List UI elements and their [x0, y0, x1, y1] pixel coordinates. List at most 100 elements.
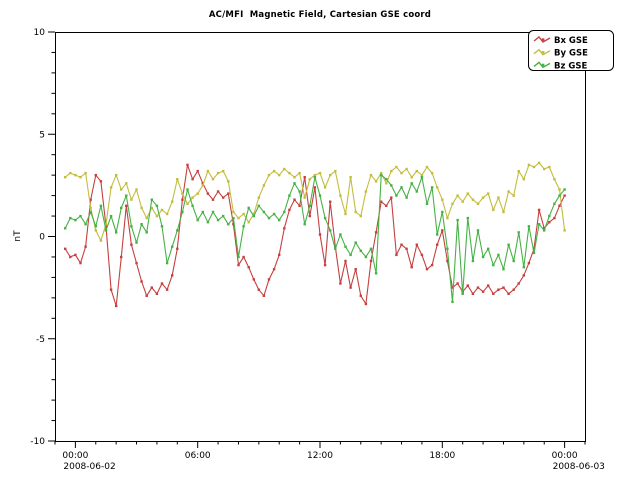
data-point-marker — [513, 194, 515, 196]
legend: Bx GSEBy GSEBz GSE — [529, 31, 614, 72]
data-point-marker — [385, 178, 387, 180]
data-point-marker — [441, 199, 443, 201]
data-point-marker — [105, 229, 107, 231]
data-point-marker — [395, 254, 397, 256]
data-point-marker — [115, 305, 117, 307]
data-point-marker — [502, 211, 504, 213]
data-point-marker — [436, 186, 438, 188]
data-point-marker — [222, 196, 224, 198]
data-point-marker — [166, 213, 168, 215]
data-point-marker — [497, 196, 499, 198]
data-point-marker — [441, 229, 443, 231]
legend-swatch-marker — [542, 38, 545, 41]
data-point-marker — [258, 196, 260, 198]
data-point-marker — [395, 166, 397, 168]
data-point-marker — [533, 166, 535, 168]
data-point-marker — [558, 194, 560, 196]
data-point-marker — [563, 188, 565, 190]
series-line — [65, 175, 564, 302]
data-point-marker — [538, 162, 540, 164]
data-point-marker — [421, 176, 423, 178]
data-point-marker — [472, 260, 474, 262]
data-point-marker — [64, 176, 66, 178]
data-point-marker — [543, 168, 545, 170]
data-point-marker — [426, 268, 428, 270]
data-point-marker — [242, 256, 244, 258]
data-point-marker — [543, 229, 545, 231]
data-point-marker — [492, 293, 494, 295]
chart-canvas: 00:002008-06-0206:0012:0018:0000:002008-… — [0, 0, 640, 480]
legend-swatch-marker — [542, 51, 545, 54]
data-point-marker — [273, 268, 275, 270]
data-point-marker — [258, 205, 260, 207]
data-point-marker — [513, 260, 515, 262]
data-point-marker — [166, 262, 168, 264]
data-point-marker — [217, 172, 219, 174]
data-point-marker — [140, 223, 142, 225]
data-point-marker — [263, 184, 265, 186]
x-tick-label: 12:00 — [307, 451, 333, 461]
data-point-marker — [140, 280, 142, 282]
data-point-marker — [436, 244, 438, 246]
data-point-marker — [385, 182, 387, 184]
data-point-marker — [507, 190, 509, 192]
data-point-marker — [467, 284, 469, 286]
data-point-marker — [344, 213, 346, 215]
data-point-marker — [309, 215, 311, 217]
data-point-marker — [273, 170, 275, 172]
data-point-marker — [416, 190, 418, 192]
data-point-marker — [120, 188, 122, 190]
x-tick-label: 00:00 — [552, 451, 578, 461]
data-point-marker — [237, 256, 239, 258]
data-point-marker — [390, 170, 392, 172]
data-point-marker — [405, 248, 407, 250]
data-point-marker — [329, 229, 331, 231]
data-point-marker — [339, 194, 341, 196]
data-point-marker — [462, 201, 464, 203]
data-point-marker — [64, 248, 66, 250]
data-point-marker — [125, 205, 127, 207]
data-point-marker — [416, 170, 418, 172]
data-point-marker — [360, 295, 362, 297]
data-point-marker — [421, 174, 423, 176]
data-point-marker — [319, 172, 321, 174]
legend-swatch-marker — [542, 64, 545, 67]
data-point-marker — [355, 268, 357, 270]
data-point-marker — [95, 225, 97, 227]
data-point-marker — [232, 217, 234, 219]
data-point-marker — [191, 205, 193, 207]
data-point-marker — [304, 223, 306, 225]
data-point-marker — [518, 231, 520, 233]
data-point-marker — [553, 217, 555, 219]
data-point-marker — [405, 168, 407, 170]
data-point-marker — [156, 205, 158, 207]
data-point-marker — [334, 170, 336, 172]
legend-label: Bx GSE — [554, 36, 588, 46]
y-tick-label: 5 — [39, 130, 45, 140]
data-point-marker — [171, 274, 173, 276]
data-point-marker — [135, 262, 137, 264]
data-point-marker — [253, 215, 255, 217]
data-point-marker — [456, 194, 458, 196]
data-point-marker — [309, 178, 311, 180]
data-point-marker — [197, 192, 199, 194]
data-point-marker — [451, 203, 453, 205]
data-point-marker — [125, 194, 127, 196]
data-point-marker — [441, 211, 443, 213]
data-point-marker — [191, 178, 193, 180]
data-point-marker — [146, 217, 148, 219]
data-point-marker — [548, 221, 550, 223]
data-point-marker — [390, 184, 392, 186]
data-point-marker — [181, 211, 183, 213]
data-point-marker — [411, 266, 413, 268]
data-point-marker — [248, 207, 250, 209]
data-point-marker — [365, 256, 367, 258]
data-point-marker — [472, 199, 474, 201]
data-point-marker — [518, 170, 520, 172]
data-point-marker — [268, 217, 270, 219]
data-point-marker — [548, 215, 550, 217]
data-point-marker — [298, 172, 300, 174]
data-point-marker — [462, 293, 464, 295]
data-point-marker — [293, 176, 295, 178]
data-point-marker — [492, 209, 494, 211]
